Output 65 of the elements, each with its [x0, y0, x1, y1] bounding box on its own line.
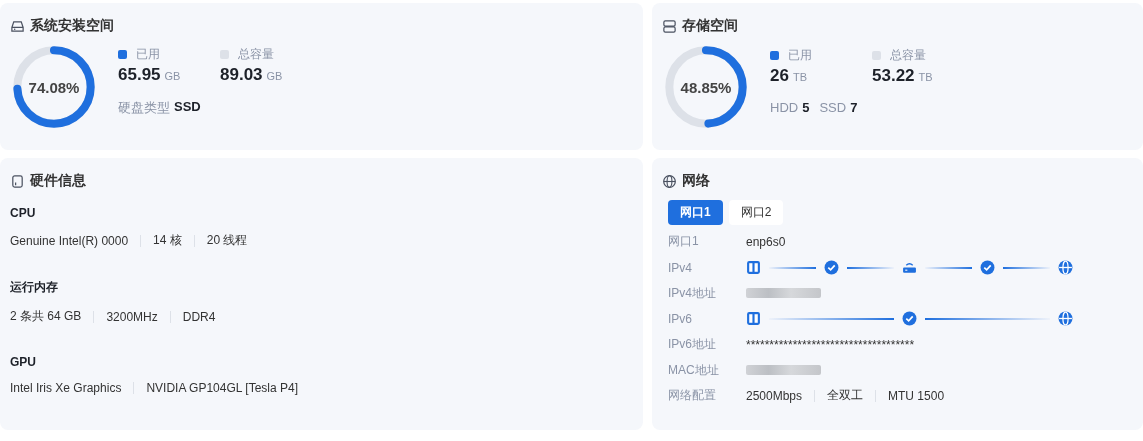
spec-text: 2 条共 64 GB [10, 308, 82, 325]
field-label: IPv6地址 [668, 336, 717, 354]
unit-label: TB [792, 71, 807, 83]
usage-percent: 48.85% [680, 78, 732, 96]
disk-label: SSD [819, 100, 847, 115]
router-icon [902, 260, 917, 276]
field-label: IPv4地址 [668, 284, 717, 302]
spec-text: 3200MHz [106, 309, 158, 324]
card-title: 系统安装空间 [30, 17, 114, 35]
globe-icon [1058, 311, 1073, 327]
spec-text: Intel Iris Xe Graphics [10, 381, 122, 395]
spec-text: DDR4 [182, 309, 216, 324]
spec-text: 14 核 [153, 232, 182, 249]
card-title: 网络 [682, 172, 710, 190]
field-label: 网口1 [668, 233, 700, 251]
spec-text: 20 线程 [206, 232, 248, 249]
unit-label: TB [918, 71, 933, 83]
check-icon [980, 260, 995, 276]
check-icon [902, 311, 917, 327]
card-title: 存储空间 [682, 17, 738, 35]
usage-percent: 74.08% [28, 78, 80, 96]
legend-swatch [770, 51, 779, 60]
legend-label: 已用 [136, 45, 160, 63]
disk-label: 硬盘类型 [118, 98, 170, 117]
port-tab[interactable]: 网口2 [728, 200, 784, 225]
legend-swatch [118, 49, 127, 59]
globe-icon [1058, 260, 1073, 276]
legend-label: 总容量 [890, 47, 926, 64]
unit-label: GB [164, 69, 181, 82]
port-icon [746, 260, 761, 276]
check-icon [824, 260, 839, 276]
disk-value: 5 [802, 100, 810, 115]
section-heading: 运行内存 [10, 279, 59, 296]
server-icon [662, 18, 677, 34]
disk-value: SSD [174, 98, 201, 116]
total-value: 89.03 [220, 64, 263, 85]
field-label: 网络配置 [668, 387, 717, 405]
port-icon [746, 311, 761, 327]
used-value: 26 [770, 66, 789, 86]
field-label: IPv6 [668, 311, 693, 326]
unit-label: GB [266, 69, 283, 82]
field-value: enp6s0 [746, 234, 786, 249]
drive-icon [10, 18, 25, 34]
port-tab[interactable]: 网口1 [668, 200, 723, 225]
used-value: 65.95 [118, 64, 161, 85]
globe-icon [662, 173, 677, 189]
legend-swatch [872, 51, 881, 60]
field-value: 2500Mbps [746, 388, 803, 403]
legend-label: 已用 [788, 47, 812, 64]
field-label: MAC地址 [668, 361, 720, 379]
legend-swatch [220, 49, 229, 59]
disk-label: HDD [770, 100, 799, 115]
field-label: IPv4 [668, 260, 693, 275]
device-icon [10, 173, 25, 189]
legend-label: 总容量 [238, 45, 274, 63]
spec-text: Genuine Intel(R) 0000 [10, 233, 129, 248]
spec-text: NVIDIA GP104GL [Tesla P4] [146, 381, 298, 395]
card-title: 硬件信息 [30, 172, 86, 190]
section-heading: CPU [10, 206, 37, 220]
section-heading: GPU [10, 355, 37, 369]
field-value: 全双工 [827, 387, 864, 405]
field-value: ************************************ [746, 337, 915, 352]
field-value: MTU 1500 [888, 388, 945, 403]
total-value: 53.22 [872, 66, 915, 86]
disk-value: 7 [850, 100, 858, 115]
